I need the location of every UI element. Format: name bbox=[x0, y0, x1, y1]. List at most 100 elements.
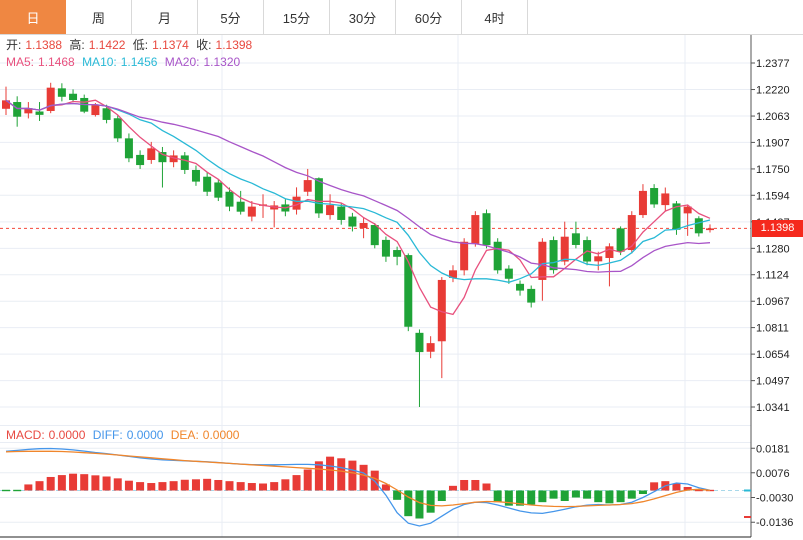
candle bbox=[103, 108, 111, 120]
macd-histogram-bar bbox=[583, 491, 591, 499]
candle bbox=[639, 191, 647, 215]
candle bbox=[471, 215, 479, 244]
candle bbox=[561, 237, 569, 262]
ma10-line bbox=[6, 100, 710, 282]
tab-日[interactable]: 日 bbox=[0, 0, 66, 34]
high-label: 高: bbox=[69, 38, 84, 52]
macd-histogram-bar bbox=[639, 491, 647, 495]
macd-histogram-bar bbox=[326, 457, 334, 491]
candle bbox=[628, 215, 636, 250]
macd-histogram-bar bbox=[114, 478, 122, 490]
candle bbox=[237, 202, 245, 212]
price-axis-label: 1.1280 bbox=[756, 243, 790, 255]
candle bbox=[572, 233, 580, 245]
macd-value: 0.0000 bbox=[49, 428, 86, 442]
candle bbox=[605, 246, 613, 258]
macd-histogram-bar bbox=[404, 491, 412, 517]
tab-15分[interactable]: 15分 bbox=[264, 0, 330, 34]
close-label: 收: bbox=[196, 38, 211, 52]
tab-60分[interactable]: 60分 bbox=[396, 0, 462, 34]
ma5-value: 1.1468 bbox=[38, 55, 75, 69]
high-value: 1.1422 bbox=[89, 38, 126, 52]
candle bbox=[326, 205, 334, 215]
macd-histogram-bar bbox=[337, 458, 345, 490]
tab-4时[interactable]: 4时 bbox=[462, 0, 528, 34]
tab-月[interactable]: 月 bbox=[132, 0, 198, 34]
macd-label: MACD: bbox=[6, 428, 45, 442]
candle bbox=[136, 155, 144, 165]
macd-histogram-bar bbox=[471, 480, 479, 491]
candle bbox=[13, 102, 21, 117]
macd-histogram-bar bbox=[538, 491, 546, 503]
macd-histogram-bar bbox=[80, 474, 88, 490]
macd-histogram-bar bbox=[237, 482, 245, 490]
macd-axis-label: -0.0030 bbox=[756, 493, 793, 505]
macd-histogram-bar bbox=[58, 475, 66, 490]
last-price-badge: 1.1398 bbox=[752, 220, 803, 237]
macd-histogram-bar bbox=[628, 491, 636, 499]
price-axis-label: 1.1124 bbox=[756, 270, 789, 282]
candle bbox=[192, 170, 200, 182]
candle bbox=[203, 177, 211, 192]
macd-histogram-bar bbox=[293, 475, 301, 490]
price-axis-label: 1.0967 bbox=[756, 296, 790, 308]
ma5-label: MA5: bbox=[6, 55, 34, 69]
macd-histogram-bar bbox=[438, 491, 446, 502]
candle bbox=[248, 207, 256, 217]
price-axis-label: 1.1750 bbox=[756, 164, 790, 176]
candle bbox=[550, 240, 558, 270]
ma-readout: MA5:1.1468 MA10:1.1456 MA20:1.1320 bbox=[6, 55, 244, 69]
macd-histogram-bar bbox=[214, 480, 222, 491]
macd-histogram-bar bbox=[259, 483, 267, 490]
macd-readout: MACD:0.0000 DIFF:0.0000 DEA:0.0000 bbox=[6, 428, 243, 442]
macd-histogram-bar bbox=[136, 482, 144, 490]
macd-histogram-bar bbox=[494, 491, 502, 503]
price-axis-label: 1.2377 bbox=[756, 58, 790, 70]
macd-histogram-bar bbox=[650, 482, 658, 490]
candle bbox=[158, 152, 166, 162]
macd-histogram-bar bbox=[460, 480, 468, 491]
macd-histogram-bar bbox=[69, 474, 77, 491]
ma10-value: 1.1456 bbox=[121, 55, 158, 69]
tab-5分[interactable]: 5分 bbox=[198, 0, 264, 34]
candle bbox=[315, 178, 323, 213]
price-chart-canvas[interactable]: 1.23771.22201.20631.19071.17501.15941.14… bbox=[0, 0, 803, 540]
macd-histogram-bar bbox=[605, 491, 613, 504]
price-axis-label: 1.0811 bbox=[756, 323, 789, 335]
diff-value: 0.0000 bbox=[127, 428, 164, 442]
macd-histogram-bar bbox=[561, 491, 569, 502]
macd-histogram-bar bbox=[348, 461, 356, 491]
tab-周[interactable]: 周 bbox=[66, 0, 132, 34]
macd-histogram-bar bbox=[203, 479, 211, 491]
candle bbox=[538, 242, 546, 280]
macd-histogram-bar bbox=[248, 483, 256, 490]
macd-histogram-bar bbox=[427, 491, 435, 513]
candle bbox=[114, 118, 122, 138]
price-axis-label: 1.2220 bbox=[756, 85, 790, 97]
macd-axis-label: 0.0076 bbox=[756, 468, 790, 480]
macd-histogram-bar bbox=[617, 491, 625, 503]
tab-30分[interactable]: 30分 bbox=[330, 0, 396, 34]
macd-histogram-bar bbox=[304, 469, 312, 490]
price-axis-label: 1.1594 bbox=[756, 190, 790, 202]
candle bbox=[393, 250, 401, 257]
ma20-line bbox=[6, 100, 710, 272]
price-axis-label: 1.0497 bbox=[756, 376, 790, 388]
macd-histogram-bar bbox=[2, 490, 10, 491]
macd-histogram-bar bbox=[192, 479, 200, 490]
candle bbox=[371, 225, 379, 245]
macd-histogram-bar bbox=[483, 483, 491, 490]
macd-histogram-bar bbox=[594, 491, 602, 503]
diff-line bbox=[6, 449, 710, 527]
price-axis-label: 1.0654 bbox=[756, 349, 790, 361]
candle bbox=[460, 242, 468, 271]
macd-histogram-bar bbox=[91, 475, 99, 490]
candle bbox=[47, 88, 55, 111]
candle bbox=[36, 111, 44, 114]
candle bbox=[427, 343, 435, 352]
candle bbox=[91, 105, 99, 115]
macd-histogram-bar bbox=[270, 482, 278, 490]
candle bbox=[650, 188, 658, 204]
dea-label: DEA: bbox=[171, 428, 199, 442]
candle bbox=[706, 228, 714, 230]
